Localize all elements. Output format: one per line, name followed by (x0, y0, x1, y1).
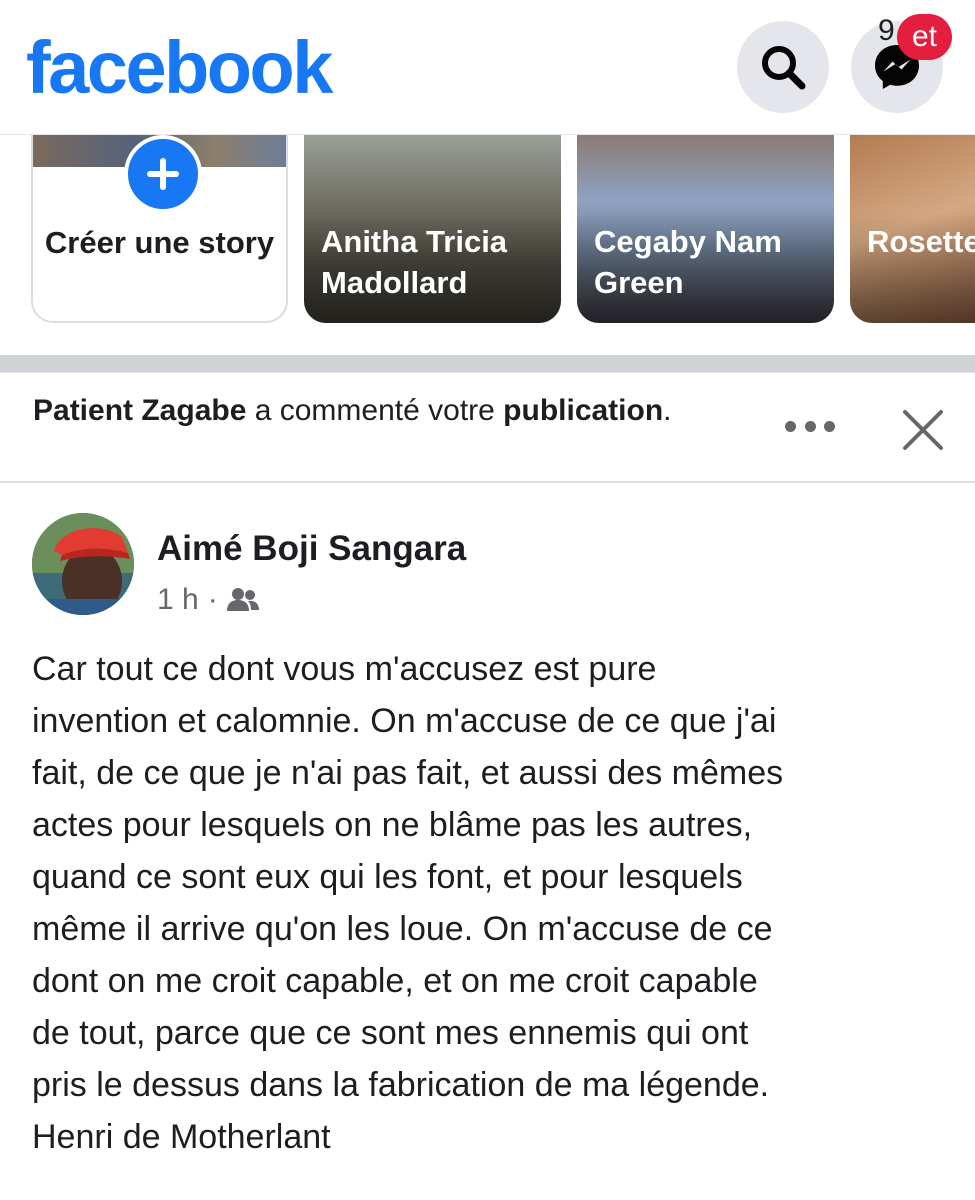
dot-icon (804, 420, 816, 432)
notification-message: a commenté votre (246, 394, 504, 427)
notification-end: . (663, 394, 672, 427)
story-card[interactable]: Cegaby Nam Green (577, 135, 834, 323)
feed-post: Aimé Boji Sangara 1 h · Car tout ce dont… (0, 485, 975, 1200)
search-icon (762, 46, 806, 90)
post-text: Car tout ce dont vous m'accusez est pure… (32, 650, 784, 1156)
dot-icon (824, 420, 835, 432)
add-story-button[interactable] (124, 135, 202, 213)
friends-icon (226, 588, 259, 611)
close-button[interactable] (900, 407, 946, 453)
post-author-name[interactable]: Aimé Boji Sangara (157, 529, 466, 569)
stories-tray: Créer une story Anitha Tricia Madollard … (0, 135, 975, 355)
messenger-badge: et (897, 14, 953, 60)
comment-notification[interactable]: Patient Zagabe a commenté votre publicat… (0, 373, 975, 483)
dot-icon (785, 420, 796, 432)
notification-text: Patient Zagabe a commenté votre publicat… (33, 391, 733, 431)
story-card[interactable]: Anitha Tricia Madollard (304, 135, 561, 323)
post-timestamp[interactable]: 1 h (157, 583, 199, 617)
top-header: facebook 9 et (0, 0, 975, 135)
close-icon (903, 410, 943, 450)
plus-icon (147, 158, 179, 190)
facebook-logo[interactable]: facebook (26, 18, 333, 118)
search-button[interactable] (737, 21, 829, 113)
story-author-name: Rosette (867, 224, 975, 259)
story-card[interactable]: Rosette (850, 135, 975, 323)
create-story-label: Créer une story (44, 225, 275, 260)
meta-separator: · (207, 583, 218, 616)
notification-object[interactable]: publication (503, 394, 663, 427)
story-author-name: Cegaby Nam Green (594, 224, 782, 300)
notification-actor[interactable]: Patient Zagabe (33, 394, 246, 427)
section-divider (0, 355, 975, 373)
more-options-button[interactable] (785, 411, 835, 441)
story-author-name: Anitha Tricia Madollard (321, 224, 508, 300)
post-meta: 1 h · (157, 583, 259, 617)
messenger-badge-count: 9 (878, 14, 895, 47)
create-story-card[interactable]: Créer une story (31, 135, 288, 323)
avatar[interactable] (32, 513, 134, 615)
